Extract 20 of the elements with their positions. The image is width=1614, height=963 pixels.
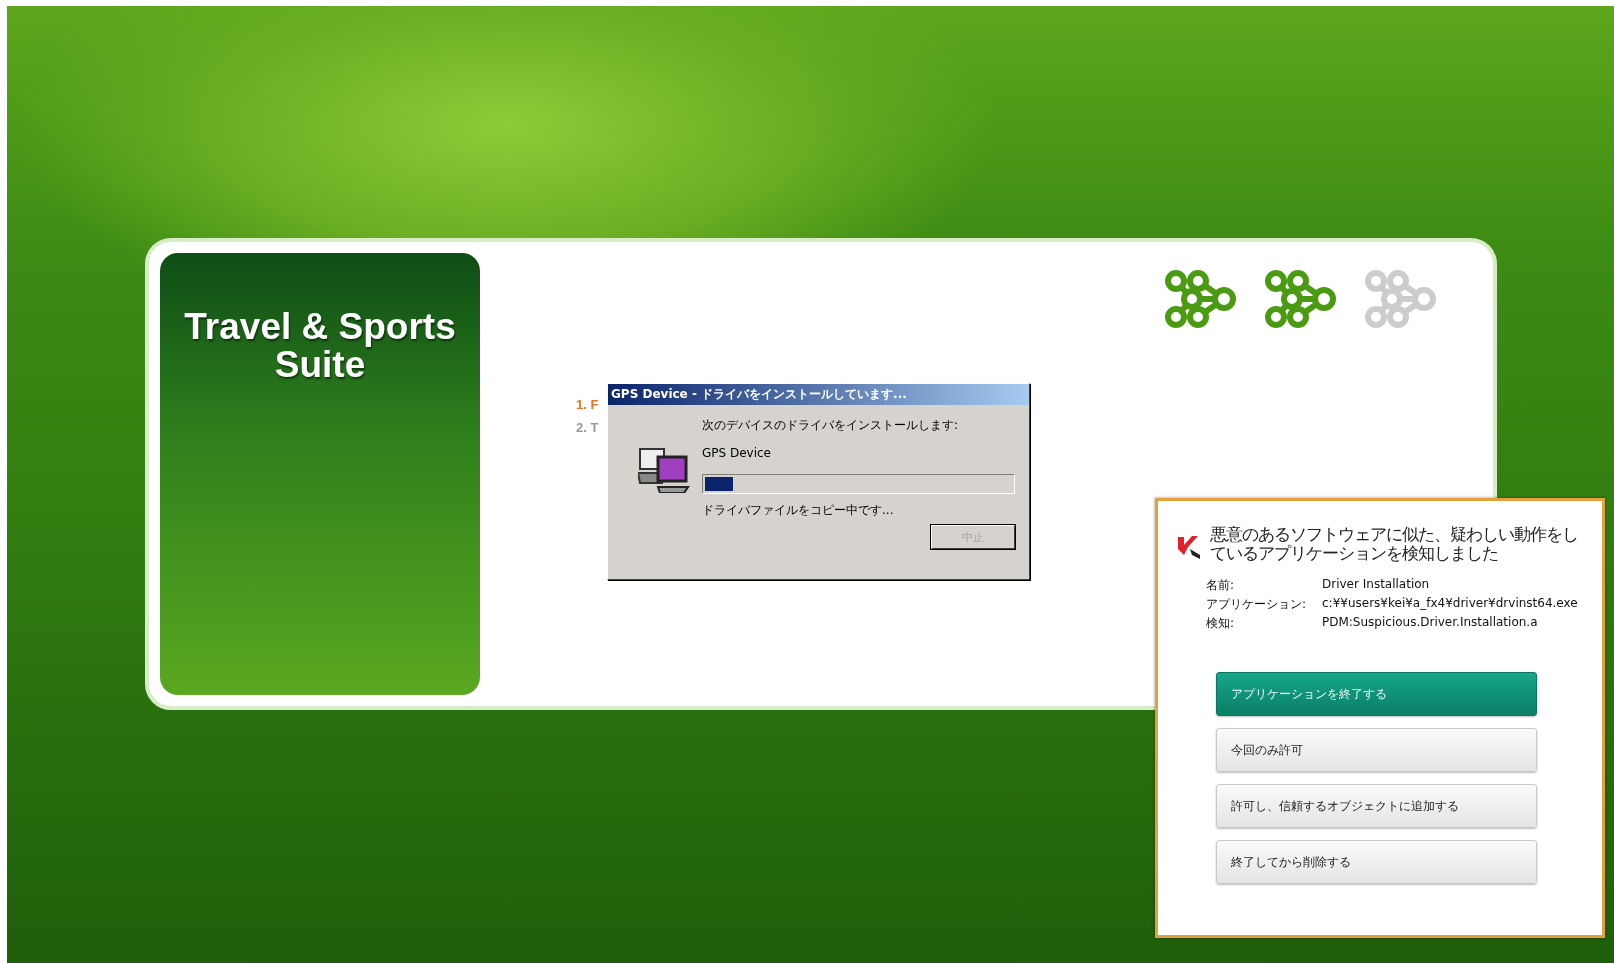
product-title: Travel & Sports Suite [183,308,457,387]
device-name: GPS Device [702,446,771,460]
k-logo-icon [1176,533,1202,559]
status-text: ドライバファイルをコピー中です... [702,502,894,519]
step-label: 1. F [576,397,599,412]
computers-icon [638,447,690,493]
action-button[interactable]: 許可し、信頼するオブジェクトに追加する [1216,784,1537,828]
alert-heading: 悪意のあるソフトウェアに似た、疑わしい動作をしているアプリケーションを検知しました [1210,525,1579,563]
action-button[interactable]: アプリケーションを終了する [1216,672,1537,716]
detail-label: アプリケーション: [1206,596,1308,613]
detail-value: PDM:Suspicious.Driver.Installation.a [1322,615,1539,631]
detail-value: c:¥¥users¥kei¥a_fx4¥driver¥drvinst64.exe [1322,596,1579,612]
detail-label: 名前: [1206,577,1236,594]
detail-value: Driver Installation [1322,577,1431,593]
detail-label: 検知: [1206,615,1236,632]
install-message: 次のデバイスのドライバをインストールします: [702,417,959,434]
action-button[interactable]: 終了してから削除する [1216,840,1537,884]
action-button[interactable]: 今回のみ許可 [1216,728,1537,772]
dialog-title: GPS Device - ドライバをインストールしています... [608,384,1029,405]
step-label: 2. T [576,420,599,435]
